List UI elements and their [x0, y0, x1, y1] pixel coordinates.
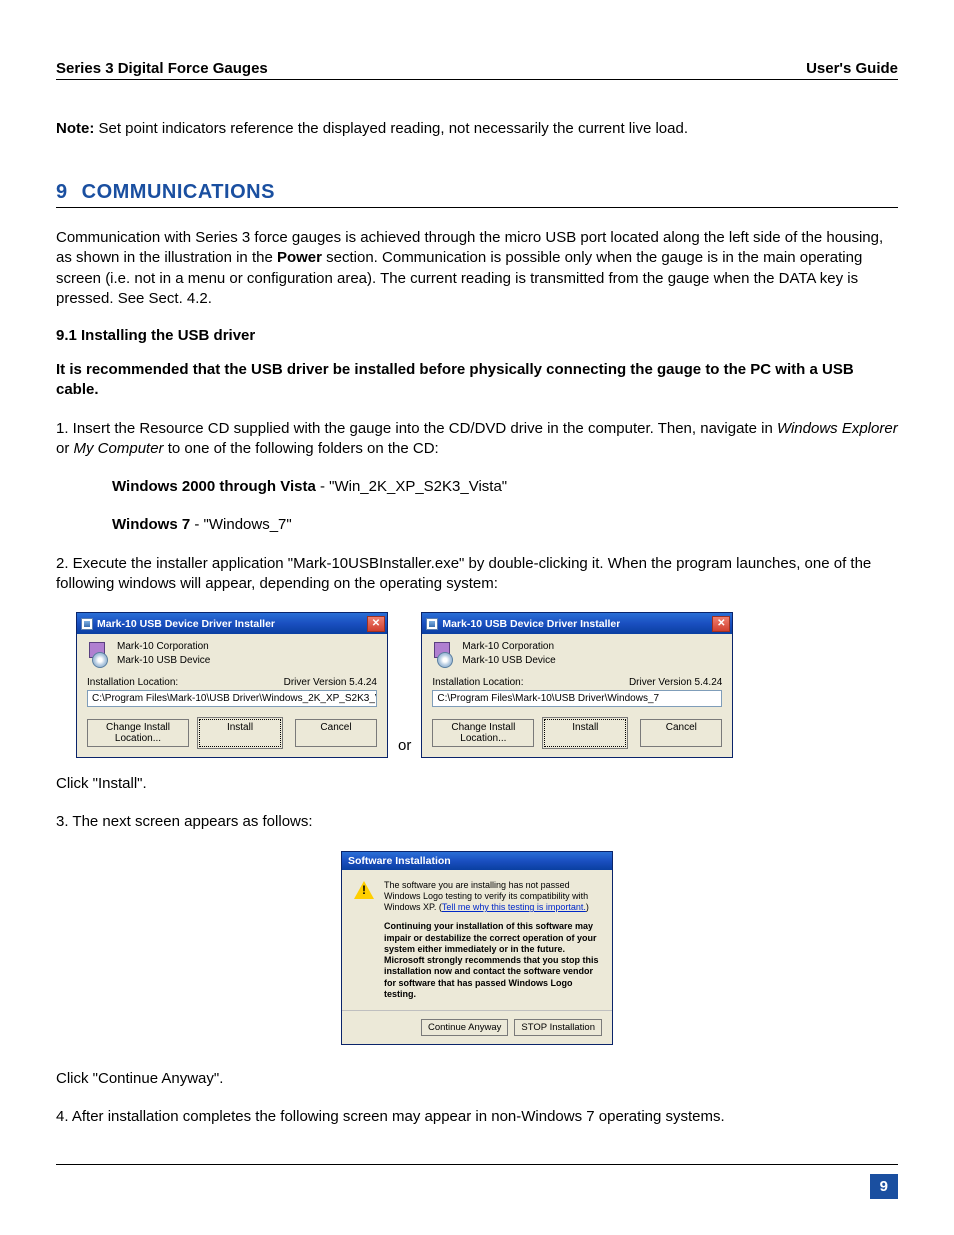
soft-message: The software you are installing has not …	[384, 880, 600, 1001]
warning-icon: !	[354, 880, 374, 900]
folder-win2k: Windows 2000 through Vista - "Win_2K_XP_…	[112, 477, 898, 497]
version-label: Driver Version 5.4.24	[629, 677, 722, 688]
win2k-path: - "Win_2K_XP_S2K3_Vista"	[316, 478, 507, 495]
change-location-button[interactable]: Change Install Location...	[432, 719, 534, 747]
win7-path: - "Windows_7"	[190, 516, 292, 533]
device-name: Mark-10 USB Device	[117, 654, 210, 668]
step1-c: or	[56, 440, 74, 457]
soft-titlebar: Software Installation	[342, 852, 612, 870]
installer-dialog-win7: Mark-10 USB Device Driver Installer ✕ Ma…	[421, 612, 733, 758]
page-header: Series 3 Digital Force Gauges User's Gui…	[56, 60, 898, 80]
intro-paragraph: Communication with Series 3 force gauges…	[56, 228, 898, 309]
section-number: 9	[56, 181, 68, 203]
step-1: 1. Insert the Resource CD supplied with …	[56, 419, 898, 460]
note-paragraph: Note: Set point indicators reference the…	[56, 120, 898, 137]
installer-icon	[87, 640, 109, 666]
install-path: C:\Program Files\Mark-10\USB Driver\Wind…	[432, 690, 722, 707]
click-install: Click "Install".	[56, 774, 898, 794]
location-label: Installation Location:	[432, 677, 523, 688]
change-location-button[interactable]: Change Install Location...	[87, 719, 189, 747]
or-separator: or	[398, 737, 411, 758]
soft-line1b: )	[586, 902, 589, 912]
installer-dialogs-row: Mark-10 USB Device Driver Installer ✕ Ma…	[76, 612, 898, 758]
app-icon	[426, 618, 438, 630]
close-icon[interactable]: ✕	[712, 616, 730, 632]
close-icon[interactable]: ✕	[367, 616, 385, 632]
note-text: Set point indicators reference the displ…	[94, 120, 688, 137]
soft-warning-bold: Continuing your installation of this sof…	[384, 921, 600, 1000]
page-number: 9	[870, 1174, 898, 1199]
step1-a: 1. Insert the Resource CD supplied with …	[56, 420, 777, 437]
win2k-label: Windows 2000 through Vista	[112, 478, 316, 495]
step-3: 3. The next screen appears as follows:	[56, 812, 898, 832]
titlebar-text: Mark-10 USB Device Driver Installer	[97, 618, 275, 630]
folder-win7: Windows 7 - "Windows_7"	[112, 515, 898, 535]
continue-anyway-button[interactable]: Continue Anyway	[421, 1019, 508, 1036]
app-icon	[81, 618, 93, 630]
header-right: User's Guide	[806, 60, 898, 77]
note-label: Note:	[56, 120, 94, 137]
stop-installation-button[interactable]: STOP Installation	[514, 1019, 602, 1036]
click-continue: Click "Continue Anyway".	[56, 1069, 898, 1089]
cancel-button[interactable]: Cancel	[640, 719, 722, 747]
location-label: Installation Location:	[87, 677, 178, 688]
step1-e: to one of the following folders on the C…	[164, 440, 439, 457]
titlebar: Mark-10 USB Device Driver Installer ✕	[77, 613, 387, 634]
corp-name: Mark-10 Corporation	[117, 640, 210, 654]
win7-label: Windows 7	[112, 516, 190, 533]
install-button[interactable]: Install	[199, 719, 281, 747]
footer-rule	[56, 1164, 898, 1165]
corp-name: Mark-10 Corporation	[462, 640, 555, 654]
titlebar-text: Mark-10 USB Device Driver Installer	[442, 618, 620, 630]
step1-mycomputer: My Computer	[74, 440, 164, 457]
section-title: 9 COMMUNICATIONS	[56, 181, 898, 208]
tell-me-why-link[interactable]: Tell me why this testing is important.	[442, 902, 586, 912]
installer-dialog-vista: Mark-10 USB Device Driver Installer ✕ Ma…	[76, 612, 388, 758]
header-left: Series 3 Digital Force Gauges	[56, 60, 268, 77]
installer-icon	[432, 640, 454, 666]
intro-power-bold: Power	[277, 249, 322, 266]
cancel-button[interactable]: Cancel	[295, 719, 377, 747]
titlebar: Mark-10 USB Device Driver Installer ✕	[422, 613, 732, 634]
section-name: COMMUNICATIONS	[82, 181, 275, 203]
recommendation: It is recommended that the USB driver be…	[56, 360, 898, 401]
step1-explorer: Windows Explorer	[777, 420, 898, 437]
install-button[interactable]: Install	[544, 719, 626, 747]
device-name: Mark-10 USB Device	[462, 654, 555, 668]
software-installation-dialog: Software Installation ! The software you…	[341, 851, 613, 1046]
step-4: 4. After installation completes the foll…	[56, 1107, 898, 1127]
install-path: C:\Program Files\Mark-10\USB Driver\Wind…	[87, 690, 377, 707]
version-label: Driver Version 5.4.24	[284, 677, 377, 688]
step-2: 2. Execute the installer application "Ma…	[56, 554, 898, 595]
subsection-heading: 9.1 Installing the USB driver	[56, 327, 898, 344]
